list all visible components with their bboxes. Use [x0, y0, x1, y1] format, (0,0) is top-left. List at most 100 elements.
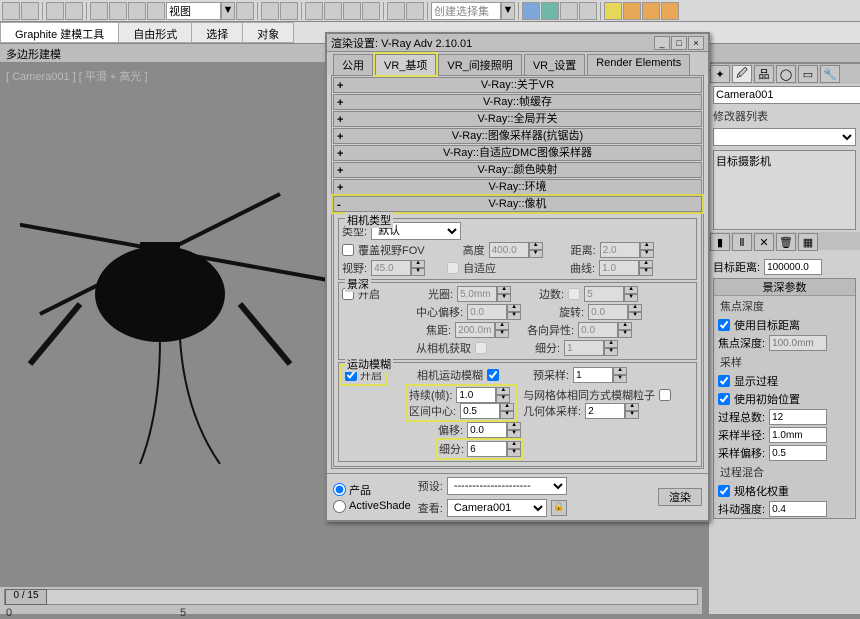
dialog-body: +V-Ray::关于VR +V-Ray::帧缓存 +V-Ray::全局开关 +V… — [331, 75, 704, 469]
modify-tab-icon[interactable]: 🖉 — [732, 65, 752, 83]
modifier-item[interactable]: 目标摄影机 — [716, 153, 853, 169]
viewport-label: [ Camera001 ] [ 平滑 + 高光 ] — [6, 68, 148, 84]
rotate-icon[interactable] — [128, 2, 146, 20]
anglesnap-icon[interactable] — [324, 2, 342, 20]
normalize-check[interactable] — [718, 485, 730, 497]
render-frame-icon[interactable] — [623, 2, 641, 20]
mirror-icon[interactable] — [387, 2, 405, 20]
pctsnap-icon[interactable] — [343, 2, 361, 20]
aniso-field — [578, 322, 618, 338]
use-init-check[interactable] — [718, 393, 730, 405]
dialog-footer: 产品 ActiveShade 预设: ---------------------… — [327, 473, 708, 520]
rollout-about[interactable]: +V-Ray::关于VR — [333, 77, 702, 93]
remove-mod-icon[interactable]: 🗑 — [776, 233, 796, 251]
tab-vray-gi[interactable]: VR_间接照明 — [438, 54, 521, 75]
rollout-global[interactable]: +V-Ray::全局开关 — [333, 111, 702, 127]
sample-bias-field[interactable] — [769, 445, 827, 461]
tab-object[interactable]: 对象 — [242, 22, 294, 43]
modifier-stack[interactable]: 目标摄影机 — [713, 150, 856, 230]
transform-icon[interactable] — [261, 2, 279, 20]
move-icon[interactable] — [109, 2, 127, 20]
rollout-sampler[interactable]: +V-Ray::图像采样器(抗锯齿) — [333, 128, 702, 144]
layer-icon[interactable] — [522, 2, 540, 20]
tab-freeform[interactable]: 自由形式 — [118, 22, 192, 43]
rot-field — [588, 304, 628, 320]
dither-field[interactable] — [769, 501, 827, 517]
curve-editor-icon[interactable] — [541, 2, 559, 20]
select-icon[interactable] — [90, 2, 108, 20]
render-setup-icon[interactable] — [604, 2, 622, 20]
override-fov-check[interactable] — [342, 244, 354, 256]
link-icon[interactable] — [46, 2, 64, 20]
tab-graphite[interactable]: Graphite 建模工具 — [0, 22, 119, 43]
tab-vray-base[interactable]: VR_基项 — [375, 54, 436, 75]
scale-icon[interactable] — [147, 2, 165, 20]
camera-type-group: 相机类型 类型: 默认 覆盖视野FOV 高度 ▲▼ 距离: ▲▼ 视野: — [338, 218, 697, 280]
adaptive-check — [447, 262, 459, 274]
time-slider-track[interactable]: 0 / 15 — [4, 589, 698, 605]
show-pass-check[interactable] — [718, 375, 730, 387]
product-radio[interactable] — [333, 483, 346, 496]
view-select[interactable]: Camera001 — [447, 499, 547, 517]
center-icon[interactable] — [280, 2, 298, 20]
show-end-icon[interactable]: Ⅱ — [732, 233, 752, 251]
render-button[interactable]: 渲染 — [658, 488, 702, 506]
create-tab-icon[interactable]: ✦ — [710, 65, 730, 83]
redo-icon[interactable] — [21, 2, 39, 20]
target-dist-label: 目标距离: — [713, 259, 760, 275]
moblur-bias-field[interactable] — [467, 422, 507, 438]
geom-field[interactable] — [585, 403, 625, 419]
rollout-camera[interactable]: -V-Ray::像机 — [333, 196, 702, 212]
hierarchy-tab-icon[interactable]: 品 — [754, 65, 774, 83]
time-slider-thumb[interactable]: 0 / 15 — [5, 589, 47, 605]
unlink-icon[interactable] — [65, 2, 83, 20]
prepass-field[interactable] — [573, 367, 613, 383]
target-dist-field[interactable] — [764, 259, 822, 275]
timeline: 0 / 15 0 5 — [0, 586, 702, 614]
close-icon[interactable]: × — [688, 36, 704, 50]
modifier-dropdown[interactable] — [713, 128, 856, 146]
pin-stack-icon[interactable]: ▮ — [710, 233, 730, 251]
undo-icon[interactable] — [2, 2, 20, 20]
dialog-titlebar[interactable]: 渲染设置: V-Ray Adv 2.10.01 _ □ × — [327, 34, 708, 52]
moblur-subdiv-field[interactable] — [467, 441, 507, 457]
rollout-env[interactable]: +V-Ray::环境 — [333, 179, 702, 195]
spinnersnap-icon[interactable] — [362, 2, 380, 20]
minimize-icon[interactable]: _ — [654, 36, 670, 50]
focal-field — [455, 322, 495, 338]
cam-moblur-check[interactable] — [487, 369, 499, 381]
rollout-framebuffer[interactable]: +V-Ray::帧缓存 — [333, 94, 702, 110]
unique-icon[interactable]: ✕ — [754, 233, 774, 251]
fromcam-check — [475, 342, 487, 354]
tab-common[interactable]: 公用 — [333, 54, 373, 75]
material-icon[interactable] — [579, 2, 597, 20]
activeshade-radio[interactable] — [333, 500, 346, 513]
align-icon[interactable] — [406, 2, 424, 20]
schematic-icon[interactable] — [560, 2, 578, 20]
tab-vray-settings[interactable]: VR_设置 — [524, 54, 585, 75]
preset-select[interactable]: --------------------- — [447, 477, 567, 495]
lock-view-icon[interactable]: 🔒 — [551, 500, 567, 516]
snap3d-icon[interactable] — [305, 2, 323, 20]
coord-dropdown[interactable]: ▼ — [166, 2, 235, 20]
named-selection-dropdown[interactable]: ▼ — [431, 2, 515, 20]
passes-field[interactable] — [769, 409, 827, 425]
snap-icon[interactable] — [236, 2, 254, 20]
mesh-particle-check[interactable] — [659, 389, 671, 401]
sample-radius-field[interactable] — [769, 427, 827, 443]
teapot-render-icon[interactable] — [642, 2, 660, 20]
object-name-field[interactable] — [713, 86, 860, 104]
duration-field[interactable] — [456, 387, 496, 403]
tab-select[interactable]: 选择 — [191, 22, 243, 43]
maximize-icon[interactable]: □ — [671, 36, 687, 50]
rollout-colormap[interactable]: +V-Ray::颜色映射 — [333, 162, 702, 178]
use-target-check[interactable] — [718, 319, 730, 331]
utility-tab-icon[interactable]: 🔧 — [820, 65, 840, 83]
intcenter-field[interactable] — [460, 403, 500, 419]
tab-render-elements[interactable]: Render Elements — [587, 54, 690, 75]
teapot-quick-icon[interactable] — [661, 2, 679, 20]
motion-tab-icon[interactable]: ◯ — [776, 65, 796, 83]
display-tab-icon[interactable]: ▭ — [798, 65, 818, 83]
rollout-dmc[interactable]: +V-Ray::自适应DMC图像采样器 — [333, 145, 702, 161]
config-icon[interactable]: ▦ — [798, 233, 818, 251]
